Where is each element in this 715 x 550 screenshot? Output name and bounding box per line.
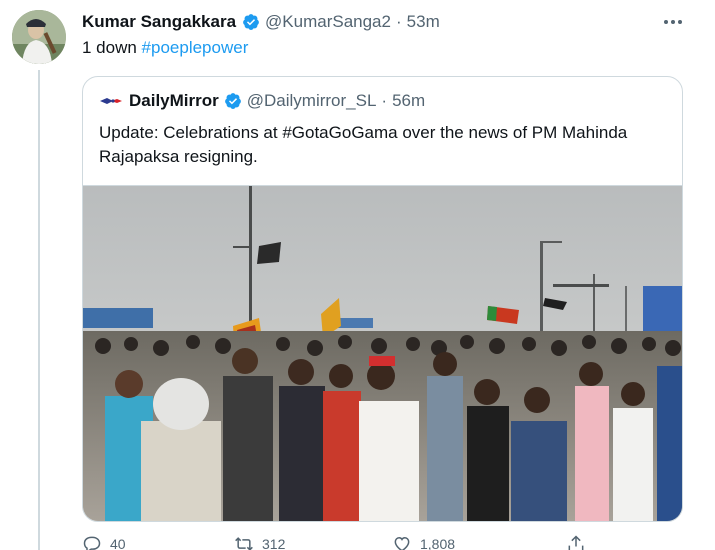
hashtag-link[interactable]: #poeplepower	[142, 38, 249, 57]
reply-count: 40	[110, 536, 126, 550]
like-count: 1,808	[420, 536, 456, 550]
author-handle[interactable]: @KumarSanga2	[265, 12, 391, 32]
share-button[interactable]	[566, 534, 586, 550]
quoted-text-line-2: Rajapaksa resigning.	[99, 147, 258, 166]
quoted-text-line-1: Update: Celebrations at #GotaGoGama over…	[99, 123, 628, 142]
quoted-tweet[interactable]: DailyMirror @Dailymirror_SL · 56m Update…	[82, 76, 683, 522]
heart-icon	[394, 536, 410, 550]
tweet-actions: 40 312 1,808	[82, 534, 642, 550]
verified-badge-icon	[243, 14, 259, 30]
retweet-button[interactable]: 312	[234, 534, 285, 550]
author-name[interactable]: Kumar Sangakkara	[82, 12, 236, 32]
quoted-tweet-header: DailyMirror @Dailymirror_SL · 56m	[99, 91, 425, 111]
retweet-icon	[235, 537, 253, 550]
quoted-separator: ·	[381, 91, 388, 110]
quoted-media-image[interactable]	[83, 185, 682, 521]
retweet-count: 312	[262, 536, 286, 550]
quoted-author-handle[interactable]: @Dailymirror_SL	[247, 91, 377, 111]
tweet-text-plain: 1 down	[82, 38, 142, 57]
reply-button[interactable]: 40	[82, 534, 126, 550]
quoted-timestamp[interactable]: 56m	[392, 91, 425, 111]
tweet-header: Kumar Sangakkara @KumarSanga2 · 53m	[82, 12, 440, 32]
more-options-icon[interactable]	[661, 10, 685, 34]
crowd-photo	[83, 186, 682, 521]
reply-icon	[83, 536, 101, 550]
tweet-text: 1 down #poeplepower	[82, 38, 248, 58]
timestamp[interactable]: 53m	[407, 12, 440, 32]
thread-line	[38, 70, 40, 550]
quoted-tweet-text: Update: Celebrations at #GotaGoGama over…	[99, 121, 669, 169]
quoted-verified-badge-icon	[224, 93, 241, 109]
separator: ·	[395, 12, 402, 31]
dailymirror-logo-icon[interactable]	[99, 92, 123, 110]
avatar[interactable]	[12, 10, 66, 64]
avatar-image	[12, 10, 66, 64]
like-button[interactable]: 1,808	[392, 534, 455, 550]
tweet[interactable]: Kumar Sangakkara @KumarSanga2 · 53m 1 do…	[0, 0, 715, 550]
share-icon	[568, 535, 584, 550]
quoted-author-name[interactable]: DailyMirror	[129, 91, 219, 111]
